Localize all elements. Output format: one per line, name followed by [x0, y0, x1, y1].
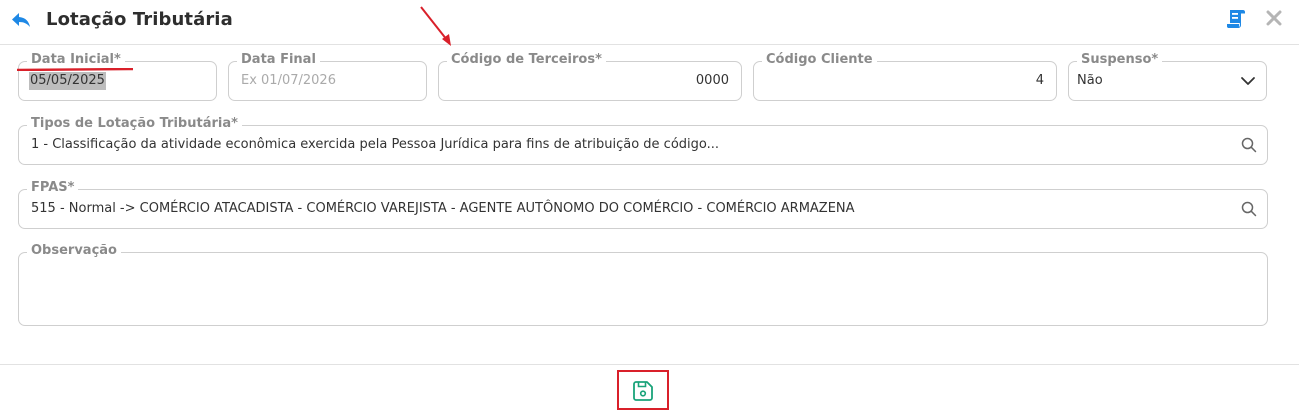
codigo-cliente-input[interactable]: 4 — [1036, 72, 1044, 90]
codigo-terceiros-label: Código de Terceiros* — [447, 51, 606, 69]
page-title: Lotação Tributária — [46, 9, 233, 30]
codigo-terceiros-input[interactable]: 0000 — [696, 72, 729, 90]
suspenso-select[interactable]: Suspenso* Não — [1068, 51, 1267, 101]
arrow-back-icon[interactable] — [10, 10, 32, 30]
data-final-input[interactable]: Ex 01/07/2026 — [241, 72, 336, 90]
codigo-terceiros-field[interactable]: Código de Terceiros* 0000 — [438, 51, 742, 101]
annotation-arrow — [420, 6, 451, 46]
codigo-cliente-label: Código Cliente — [762, 51, 877, 69]
modal-header: Lotação Tributária — [0, 0, 1299, 45]
chevron-down-icon[interactable] — [1240, 74, 1256, 88]
floppy-disk-icon[interactable] — [632, 380, 654, 402]
data-final-field[interactable]: Data Final Ex 01/07/2026 — [228, 51, 427, 101]
observacao-textarea[interactable]: Observação — [18, 242, 1268, 326]
observacao-label: Observação — [27, 242, 121, 260]
close-icon[interactable] — [1265, 9, 1283, 27]
fpas-label: FPAS* — [27, 179, 79, 197]
tipos-lotacao-field[interactable]: Tipos de Lotação Tributária* 1 - Classif… — [18, 115, 1268, 165]
data-inicial-field[interactable]: Data Inicial* 05/05/2025 — [18, 51, 217, 101]
scroll-document-icon[interactable] — [1226, 8, 1246, 30]
search-icon[interactable] — [1241, 137, 1257, 153]
search-icon[interactable] — [1241, 201, 1257, 217]
annotation-underline — [17, 68, 133, 71]
fpas-value[interactable]: 515 - Normal -> COMÉRCIO ATACADISTA - CO… — [31, 200, 855, 218]
suspenso-value: Não — [1077, 73, 1103, 88]
data-final-label: Data Final — [237, 51, 320, 69]
data-inicial-label: Data Inicial* — [27, 51, 125, 69]
tipos-lotacao-value[interactable]: 1 - Classificação da atividade econômica… — [31, 136, 719, 154]
fpas-field[interactable]: FPAS* 515 - Normal -> COMÉRCIO ATACADIST… — [18, 179, 1268, 229]
suspenso-label: Suspenso* — [1077, 51, 1163, 69]
codigo-cliente-field[interactable]: Código Cliente 4 — [753, 51, 1057, 101]
data-inicial-value[interactable]: 05/05/2025 — [29, 72, 106, 90]
tipos-lotacao-label: Tipos de Lotação Tributária* — [27, 115, 242, 133]
save-button[interactable] — [617, 370, 669, 410]
